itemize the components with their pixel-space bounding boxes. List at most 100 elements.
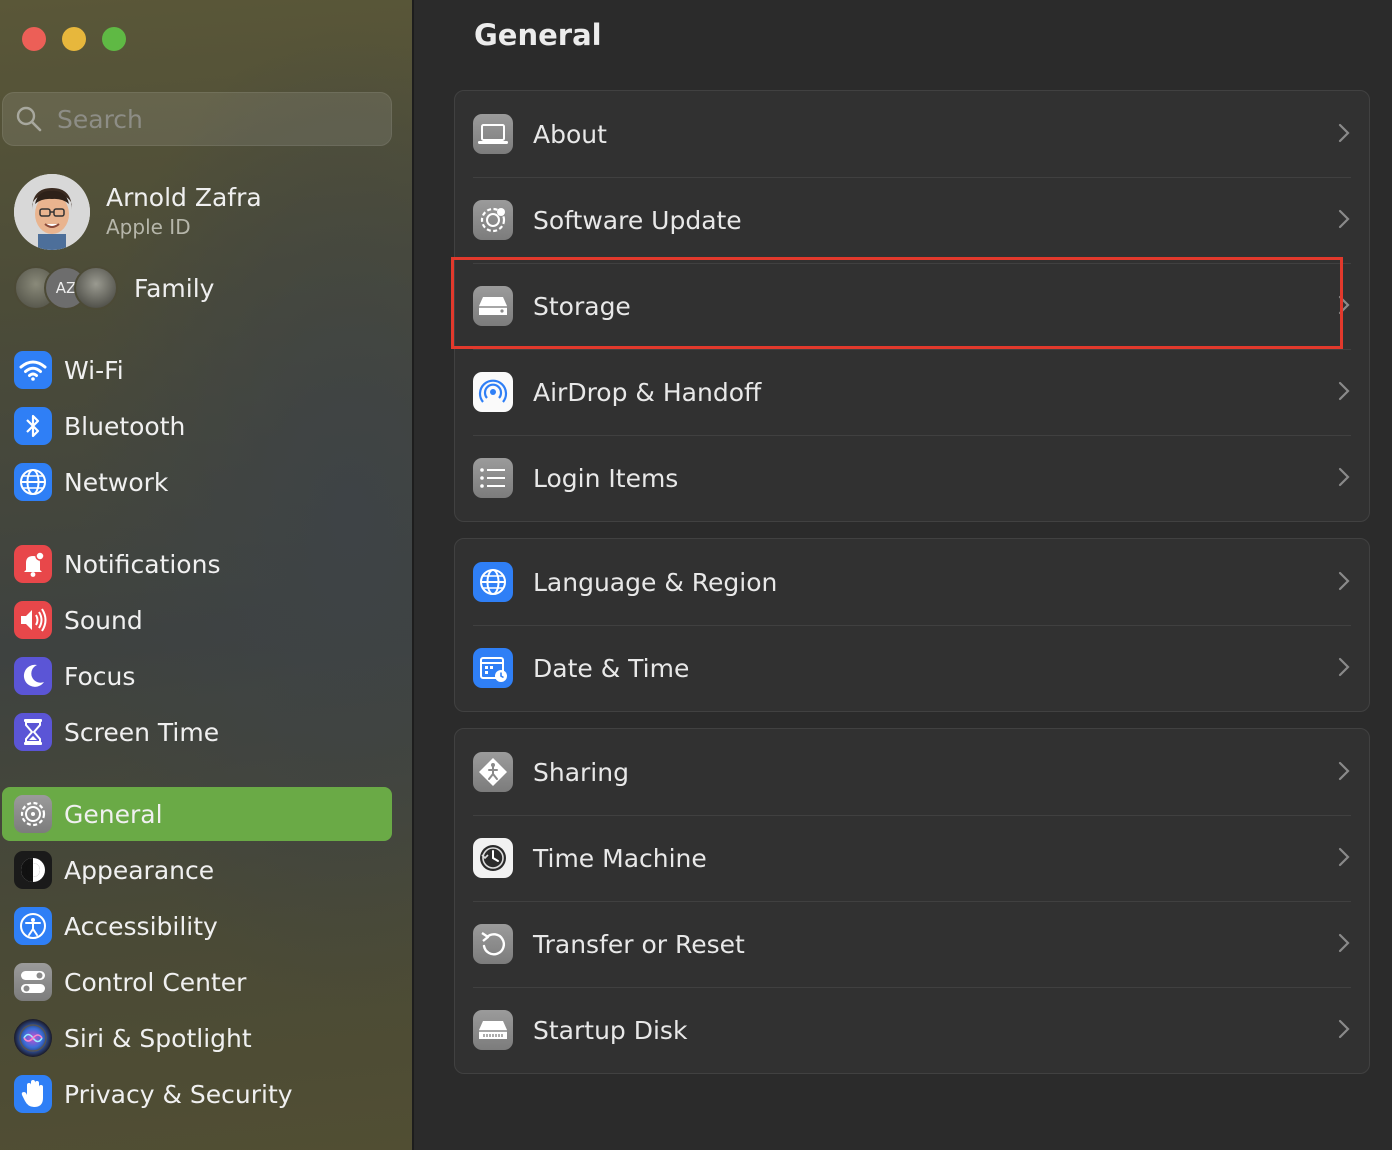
chevron-right-icon xyxy=(1338,761,1350,781)
row-label: Transfer or Reset xyxy=(533,929,745,959)
chevron-right-icon xyxy=(1338,123,1350,143)
sidebar-item-privacy-security[interactable]: Privacy & Security xyxy=(2,1067,392,1121)
row-airdrop-handoff[interactable]: AirDrop & Handoff xyxy=(455,349,1369,435)
sidebar-item-label: Privacy & Security xyxy=(64,1079,293,1109)
sidebar-item-label: Wi-Fi xyxy=(64,355,124,385)
search-icon xyxy=(16,106,42,132)
toggles-icon xyxy=(14,963,52,1001)
sidebar-item-wifi[interactable]: Wi-Fi xyxy=(2,343,392,397)
family-item[interactable]: AZ Family xyxy=(14,266,214,310)
row-time-machine[interactable]: Time Machine xyxy=(455,815,1369,901)
sidebar-item-label: Control Center xyxy=(64,967,247,997)
sidebar-item-label: Siri & Spotlight xyxy=(64,1023,252,1053)
time-machine-icon xyxy=(473,838,513,878)
appearance-icon xyxy=(14,851,52,889)
row-sharing[interactable]: Sharing xyxy=(455,729,1369,815)
disk-icon xyxy=(473,1010,513,1050)
sidebar-item-sound[interactable]: Sound xyxy=(2,593,392,647)
row-label: Date & Time xyxy=(533,653,690,683)
row-language-region[interactable]: Language & Region xyxy=(455,539,1369,625)
row-about[interactable]: About xyxy=(455,91,1369,177)
laptop-icon xyxy=(473,114,513,154)
airdrop-icon xyxy=(473,372,513,412)
hand-icon xyxy=(14,1075,52,1113)
family-label: Family xyxy=(134,273,215,303)
gear-icon xyxy=(14,795,52,833)
chevron-right-icon xyxy=(1338,295,1350,315)
profile-name: Arnold Zafra xyxy=(106,183,262,212)
row-startup-disk[interactable]: Startup Disk xyxy=(455,987,1369,1073)
sidebar: Arnold Zafra Apple ID AZ Family Wi-Fi Bl… xyxy=(0,0,414,1150)
chevron-right-icon xyxy=(1338,381,1350,401)
sidebar-item-label: Appearance xyxy=(64,855,215,885)
speaker-icon xyxy=(14,601,52,639)
sidebar-item-focus[interactable]: Focus xyxy=(2,649,392,703)
sidebar-item-label: Network xyxy=(64,467,169,497)
row-transfer-reset[interactable]: Transfer or Reset xyxy=(455,901,1369,987)
settings-group-system: About Software Update Storage AirDrop & … xyxy=(454,90,1370,522)
row-label: Sharing xyxy=(533,757,629,787)
chevron-right-icon xyxy=(1338,467,1350,487)
sidebar-item-label: Notifications xyxy=(64,549,221,579)
globe-icon xyxy=(473,562,513,602)
sidebar-item-label: Accessibility xyxy=(64,911,218,941)
sidebar-item-control-center[interactable]: Control Center xyxy=(2,955,392,1009)
row-label: Language & Region xyxy=(533,567,778,597)
sidebar-item-label: Bluetooth xyxy=(64,411,186,441)
main-pane: General About Software Update Storage Ai… xyxy=(414,0,1392,1150)
chevron-right-icon xyxy=(1338,1019,1350,1039)
hourglass-icon xyxy=(14,713,52,751)
search-input[interactable] xyxy=(55,103,359,135)
reset-icon xyxy=(473,924,513,964)
sidebar-item-accessibility[interactable]: Accessibility xyxy=(2,899,392,953)
row-software-update[interactable]: Software Update xyxy=(455,177,1369,263)
sharing-icon xyxy=(473,752,513,792)
window-controls xyxy=(22,27,126,51)
sidebar-item-bluetooth[interactable]: Bluetooth xyxy=(2,399,392,453)
chevron-right-icon xyxy=(1338,657,1350,677)
sidebar-item-label: Screen Time xyxy=(64,717,220,747)
sidebar-item-notifications[interactable]: Notifications xyxy=(2,537,392,591)
sidebar-item-network[interactable]: Network xyxy=(2,455,392,509)
sidebar-item-appearance[interactable]: Appearance xyxy=(2,843,392,897)
chevron-right-icon xyxy=(1338,847,1350,867)
family-avatar-icon xyxy=(74,266,118,310)
zoom-window-button[interactable] xyxy=(102,27,126,51)
chevron-right-icon xyxy=(1338,209,1350,229)
row-label: AirDrop & Handoff xyxy=(533,377,762,407)
avatar xyxy=(14,174,90,250)
sidebar-item-general[interactable]: General xyxy=(2,787,392,841)
sidebar-item-screen-time[interactable]: Screen Time xyxy=(2,705,392,759)
close-window-button[interactable] xyxy=(22,27,46,51)
row-label: Login Items xyxy=(533,463,679,493)
search-field[interactable] xyxy=(2,92,392,146)
row-label: Storage xyxy=(533,291,631,321)
gear-update-icon xyxy=(473,200,513,240)
wifi-icon xyxy=(14,351,52,389)
drive-icon xyxy=(473,286,513,326)
row-label: Time Machine xyxy=(533,843,707,873)
chevron-right-icon xyxy=(1338,933,1350,953)
row-login-items[interactable]: Login Items xyxy=(455,435,1369,521)
settings-group-locale: Language & Region Date & Time xyxy=(454,538,1370,712)
chevron-right-icon xyxy=(1338,571,1350,591)
sidebar-item-label: Sound xyxy=(64,605,143,635)
bell-icon xyxy=(14,545,52,583)
sidebar-item-label: Focus xyxy=(64,661,136,691)
globe-icon xyxy=(14,463,52,501)
accessibility-icon xyxy=(14,907,52,945)
apple-id-profile[interactable]: Arnold Zafra Apple ID xyxy=(14,174,262,250)
moon-icon xyxy=(14,657,52,695)
memoji-avatar-icon xyxy=(14,174,90,250)
minimize-window-button[interactable] xyxy=(62,27,86,51)
siri-icon xyxy=(14,1019,52,1057)
sidebar-item-siri-spotlight[interactable]: Siri & Spotlight xyxy=(2,1011,392,1065)
sidebar-item-label: General xyxy=(64,799,163,829)
row-storage[interactable]: Storage xyxy=(455,263,1369,349)
row-label: About xyxy=(533,119,607,149)
row-date-time[interactable]: Date & Time xyxy=(455,625,1369,711)
list-icon xyxy=(473,458,513,498)
profile-subtitle: Apple ID xyxy=(106,215,191,239)
settings-group-sharing: Sharing Time Machine Transfer or Reset S… xyxy=(454,728,1370,1074)
row-label: Software Update xyxy=(533,205,742,235)
